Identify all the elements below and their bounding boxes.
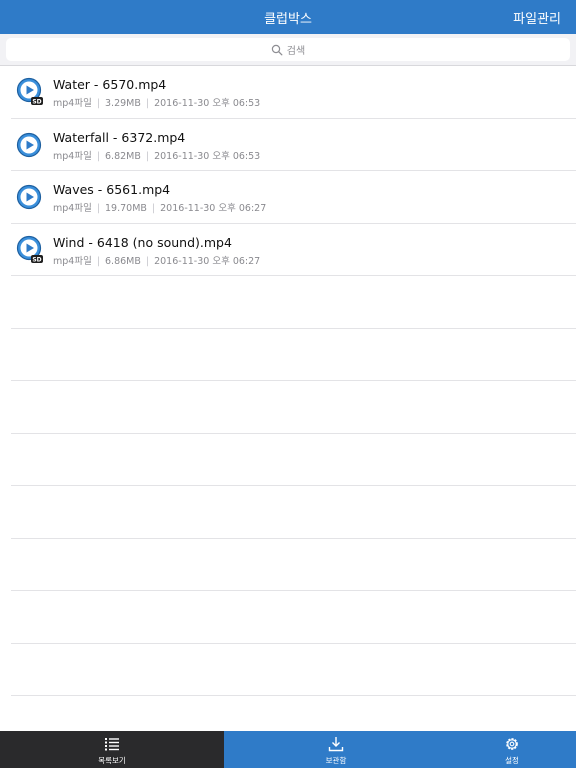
tab-bar: 목록보기 보관함 설정: [0, 731, 576, 768]
empty-row: [0, 329, 576, 381]
row-divider: [11, 695, 576, 696]
file-date: 2016-11-30 오후 06:27: [160, 203, 267, 214]
play-video-sd-icon: SD: [16, 77, 43, 105]
file-size: 6.86MB: [105, 255, 141, 267]
empty-row: [0, 381, 576, 434]
file-size: 3.29MB: [105, 98, 141, 109]
tab-list[interactable]: 목록보기: [0, 731, 224, 768]
file-type: mp4파일: [53, 150, 92, 162]
tab-label: 설정: [505, 756, 519, 765]
file-name: Water - 6570.mp4: [53, 77, 167, 92]
file-date: 2016-11-30 오후 06:53: [154, 98, 261, 109]
file-date: 2016-11-30 오후 06:53: [154, 150, 261, 162]
search-bar: 검색: [0, 34, 576, 66]
file-row[interactable]: Waves - 6561.mp4 mp4파일 | 19.70MB | 2016-11-3…: [0, 171, 576, 224]
empty-row: [0, 434, 576, 486]
search-placeholder: 검색: [286, 46, 306, 57]
empty-row: [0, 486, 576, 539]
navigation-bar: 클럽박스 파일관리: [0, 0, 576, 34]
svg-text:SD: SD: [32, 98, 41, 105]
list-icon: [105, 738, 119, 751]
tab-label: 보관함: [325, 756, 347, 765]
play-video-icon: [16, 132, 42, 157]
app-title: 클럽박스: [264, 12, 312, 27]
file-meta: mp4파일 | 19.70MB | 2016-11-30 오후 06:27: [53, 203, 267, 214]
file-size: 19.70MB: [105, 203, 147, 214]
file-meta: mp4파일 | 6.82MB | 2016-11-30 오후 06:53: [53, 150, 261, 162]
file-type: mp4파일: [53, 203, 92, 214]
svg-text:SD: SD: [32, 256, 41, 263]
file-name: Waves - 6561.mp4: [53, 182, 171, 197]
empty-row: [0, 644, 576, 696]
file-name: Waterfall - 6372.mp4: [53, 129, 186, 145]
file-type: mp4파일: [53, 98, 92, 109]
search-icon: [271, 44, 283, 55]
empty-row: [0, 591, 576, 644]
file-list: SD Water - 6570.mp4 mp4파일 | 3.29MB | 2016-11…: [0, 66, 576, 696]
empty-row: [0, 539, 576, 591]
file-name: Wind - 6418 (no sound).mp4: [53, 234, 232, 250]
gear-icon: [506, 738, 518, 750]
file-date: 2016-11-30 오후 06:27: [154, 255, 261, 267]
download-tray-icon: [328, 737, 344, 752]
file-meta: mp4파일 | 6.86MB | 2016-11-30 오후 06:27: [53, 255, 261, 267]
tab-storage[interactable]: 보관함: [224, 731, 448, 768]
file-meta: mp4파일 | 3.29MB | 2016-11-30 오후 06:53: [53, 98, 261, 109]
file-row[interactable]: SD Water - 6570.mp4 mp4파일 | 3.29MB | 2016-11…: [0, 66, 576, 119]
play-video-icon: [16, 184, 42, 210]
file-row[interactable]: SD Wind - 6418 (no sound).mp4 mp4파일 | 6.86…: [0, 224, 576, 276]
file-row[interactable]: Waterfall - 6372.mp4 mp4파일 | 6.82MB | 2016-1…: [0, 119, 576, 171]
empty-row: [0, 276, 576, 329]
file-manage-button[interactable]: 파일관리: [513, 8, 561, 27]
play-video-sd-icon: SD: [16, 235, 43, 263]
search-input[interactable]: 검색: [6, 38, 570, 61]
tab-settings[interactable]: 설정: [448, 731, 576, 768]
tab-label: 목록보기: [98, 756, 126, 765]
file-type: mp4파일: [53, 255, 92, 267]
file-size: 6.82MB: [105, 150, 141, 162]
